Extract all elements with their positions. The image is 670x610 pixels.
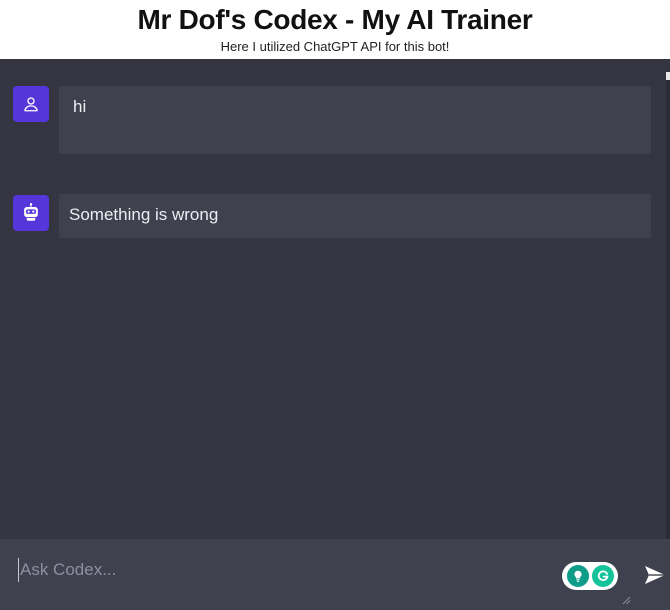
send-button[interactable] [642,563,668,587]
bot-avatar [13,195,49,231]
user-icon [24,97,38,112]
prompt-input[interactable] [18,558,550,582]
message-form [0,539,670,610]
chat-scrollbar[interactable] [666,72,670,539]
send-icon [645,566,665,584]
user-message: hi [59,86,651,154]
grammarly-widget[interactable] [562,562,618,590]
app-header: Mr Dof's Codex - My AI Trainer Here I ut… [0,0,670,59]
page-subtitle: Here I utilized ChatGPT API for this bot… [220,39,450,54]
bot-message: Something is wrong [59,194,651,238]
chat-container[interactable]: hi Something is wrong [0,59,670,539]
bot-message-text: Something is wrong [69,205,219,224]
grammarly-g-icon[interactable] [591,565,614,587]
page-title: Mr Dof's Codex - My AI Trainer [137,4,533,35]
lightbulb-icon[interactable] [566,565,589,587]
user-message-text: hi [73,97,87,116]
bot-icon [24,203,38,221]
resize-handle-icon[interactable] [622,596,631,605]
user-avatar [13,86,49,122]
